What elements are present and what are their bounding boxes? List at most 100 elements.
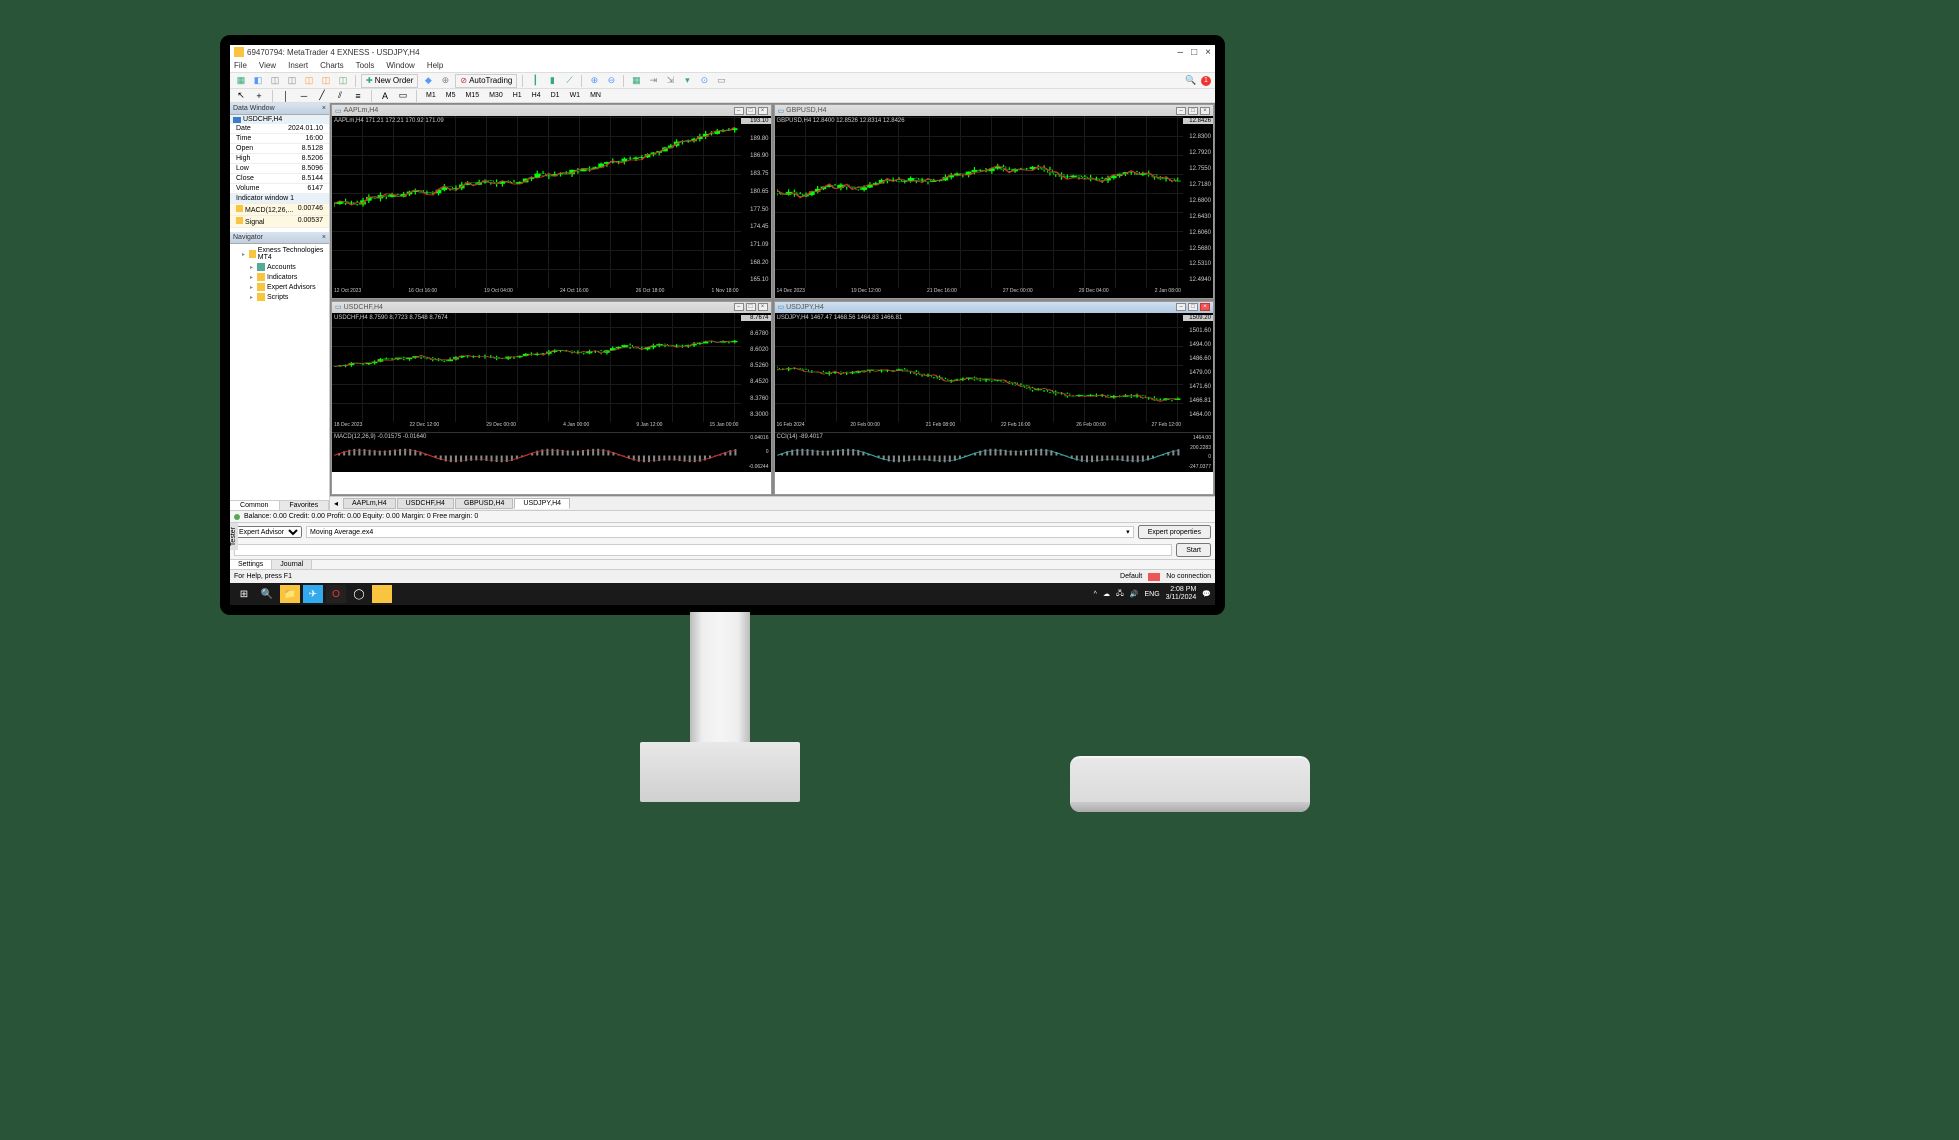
chart-close-icon[interactable]: × — [1200, 107, 1210, 115]
timeframe-mn[interactable]: MN — [587, 92, 604, 99]
chart-maximize-icon[interactable]: □ — [1188, 107, 1198, 115]
network-icon[interactable]: 🖧 — [1116, 589, 1124, 600]
minimize-button[interactable]: – — [1178, 47, 1184, 58]
expert-properties-button[interactable]: Expert properties — [1138, 525, 1211, 539]
menu-tools[interactable]: Tools — [356, 61, 375, 70]
nav-root[interactable]: Exness Technologies MT4 — [232, 246, 327, 262]
search-taskbar-icon[interactable]: 🔍 — [257, 585, 277, 603]
volume-icon[interactable]: 🔊 — [1130, 590, 1139, 598]
tester-tab-journal[interactable]: Journal — [272, 560, 312, 569]
maximize-button[interactable]: □ — [1191, 47, 1197, 58]
chart-titlebar[interactable]: ▭ USDJPY,H4 – □ × — [775, 302, 1214, 313]
fibo-icon[interactable]: ≡ — [351, 89, 365, 103]
chart-tab-gbpusd[interactable]: GBPUSD,H4 — [455, 498, 513, 509]
tester-ea-select[interactable]: Moving Average.ex4▾ — [306, 526, 1134, 538]
chart-maximize-icon[interactable]: □ — [1188, 303, 1198, 311]
close-button[interactable]: × — [1205, 47, 1211, 58]
chart-window[interactable]: ▭ GBPUSD,H4 – □ × GBPUSD,H4 12.8400 12.8… — [774, 104, 1215, 299]
panel-close-icon[interactable]: × — [322, 105, 326, 112]
menu-view[interactable]: View — [259, 61, 276, 70]
chart-canvas[interactable]: GBPUSD,H4 12.8400 12.8526 12.8314 12.842… — [775, 116, 1214, 298]
menu-file[interactable]: File — [234, 61, 247, 70]
vline-icon[interactable]: │ — [279, 89, 293, 103]
menu-help[interactable]: Help — [427, 61, 443, 70]
shift-icon[interactable]: ⇥ — [646, 74, 660, 88]
chart-minimize-icon[interactable]: – — [734, 107, 744, 115]
nav-accounts[interactable]: Accounts — [232, 262, 327, 272]
timeframe-m30[interactable]: M30 — [486, 92, 506, 99]
cursor-icon[interactable]: ↖ — [234, 89, 248, 103]
zoom-out-icon[interactable]: ⊖ — [604, 74, 618, 88]
meta-icon[interactable]: ◆ — [421, 74, 435, 88]
navigator-icon[interactable]: ◫ — [302, 74, 316, 88]
chart-tab-usdchf[interactable]: USDCHF,H4 — [397, 498, 454, 509]
chart-window[interactable]: ▭ USDCHF,H4 – □ × USDCHF,H4 8.7590 8.772… — [331, 301, 772, 496]
cloud-icon[interactable]: ☁ — [1103, 590, 1110, 598]
language-indicator[interactable]: ENG — [1144, 591, 1159, 598]
chart-canvas[interactable]: USDCHF,H4 8.7590 8.7723 8.7548 8.7674 8.… — [332, 313, 771, 432]
chart-tab-aapl[interactable]: AAPLm,H4 — [343, 498, 396, 509]
menu-window[interactable]: Window — [386, 61, 414, 70]
chart-canvas[interactable]: USDJPY,H4 1467.47 1468.56 1464.83 1466.8… — [775, 313, 1214, 432]
channel-icon[interactable]: ⫽ — [333, 89, 347, 103]
nav-indicators[interactable]: Indicators — [232, 272, 327, 282]
nav-expert-advisors[interactable]: Expert Advisors — [232, 282, 327, 292]
timeframe-h1[interactable]: H1 — [510, 92, 525, 99]
new-order-button[interactable]: ✚New Order — [361, 74, 418, 88]
chart-titlebar[interactable]: ▭ USDCHF,H4 – □ × — [332, 302, 771, 313]
data-window-icon[interactable]: ◫ — [285, 74, 299, 88]
timeframe-h4[interactable]: H4 — [529, 92, 544, 99]
nav-tab-common[interactable]: Common — [230, 501, 280, 510]
chart-titlebar[interactable]: ▭ GBPUSD,H4 – □ × — [775, 105, 1214, 116]
chart-maximize-icon[interactable]: □ — [746, 303, 756, 311]
indicators-icon[interactable]: ▾ — [680, 74, 694, 88]
file-explorer-icon[interactable]: 📁 — [280, 585, 300, 603]
terminal-icon[interactable]: ◫ — [319, 74, 333, 88]
chart-tab-usdjpy[interactable]: USDJPY,H4 — [514, 498, 570, 509]
timeframe-m5[interactable]: M5 — [443, 92, 459, 99]
chart-maximize-icon[interactable]: □ — [746, 107, 756, 115]
chart-close-icon[interactable]: × — [1200, 303, 1210, 311]
periods-icon[interactable]: ⊙ — [697, 74, 711, 88]
nav-scripts[interactable]: Scripts — [232, 292, 327, 302]
chart-window[interactable]: ▭ USDJPY,H4 – □ × USDJPY,H4 1467.47 1468… — [774, 301, 1215, 496]
chart-canvas[interactable]: AAPLm,H4 171.21 172.21 170.92 171.09 193… — [332, 116, 771, 298]
chart-minimize-icon[interactable]: – — [734, 303, 744, 311]
telegram-icon[interactable]: ✈ — [303, 585, 323, 603]
nav-tab-favorites[interactable]: Favorites — [280, 501, 330, 510]
timeframe-w1[interactable]: W1 — [567, 92, 584, 99]
tester-icon[interactable]: ◫ — [336, 74, 350, 88]
indicator-pane[interactable]: CCI(14) -89.4017 1464.00200.22830-247.03… — [775, 432, 1214, 472]
menu-charts[interactable]: Charts — [320, 61, 344, 70]
chrome-icon[interactable]: ◯ — [349, 585, 369, 603]
tile-icon[interactable]: ▦ — [629, 74, 643, 88]
line-chart-icon[interactable]: ⟋ — [562, 74, 576, 88]
expert-icon[interactable]: ⊕ — [438, 74, 452, 88]
panel-close-icon[interactable]: × — [322, 234, 326, 241]
autotrading-button[interactable]: ⊘AutoTrading — [455, 74, 517, 88]
start-button[interactable]: ⊞ — [234, 585, 254, 603]
zoom-in-icon[interactable]: ⊕ — [587, 74, 601, 88]
tray-expand-icon[interactable]: ^ — [1094, 591, 1097, 598]
chart-minimize-icon[interactable]: – — [1176, 303, 1186, 311]
candle-chart-icon[interactable]: ▮ — [545, 74, 559, 88]
opera-icon[interactable]: O — [326, 585, 346, 603]
templates-icon[interactable]: ▭ — [714, 74, 728, 88]
clock[interactable]: 2:08 PM 3/11/2024 — [1166, 586, 1197, 601]
mt4-taskbar-icon[interactable] — [372, 585, 392, 603]
chart-titlebar[interactable]: ▭ AAPLm,H4 – □ × — [332, 105, 771, 116]
tabs-menu-icon[interactable]: ◂ — [334, 499, 338, 508]
alert-badge[interactable]: 1 — [1201, 76, 1211, 86]
timeframe-m15[interactable]: M15 — [462, 92, 482, 99]
chart-close-icon[interactable]: × — [758, 303, 768, 311]
menu-insert[interactable]: Insert — [288, 61, 308, 70]
chart-close-icon[interactable]: × — [758, 107, 768, 115]
timeframe-d1[interactable]: D1 — [548, 92, 563, 99]
search-icon[interactable]: 🔍 — [1184, 74, 1198, 88]
trendline-icon[interactable]: ╱ — [315, 89, 329, 103]
bar-chart-icon[interactable]: ┃ — [528, 74, 542, 88]
notifications-icon[interactable]: 💬 — [1202, 590, 1211, 598]
market-watch-icon[interactable]: ◫ — [268, 74, 282, 88]
chart-minimize-icon[interactable]: – — [1176, 107, 1186, 115]
profiles-icon[interactable]: ◧ — [251, 74, 265, 88]
